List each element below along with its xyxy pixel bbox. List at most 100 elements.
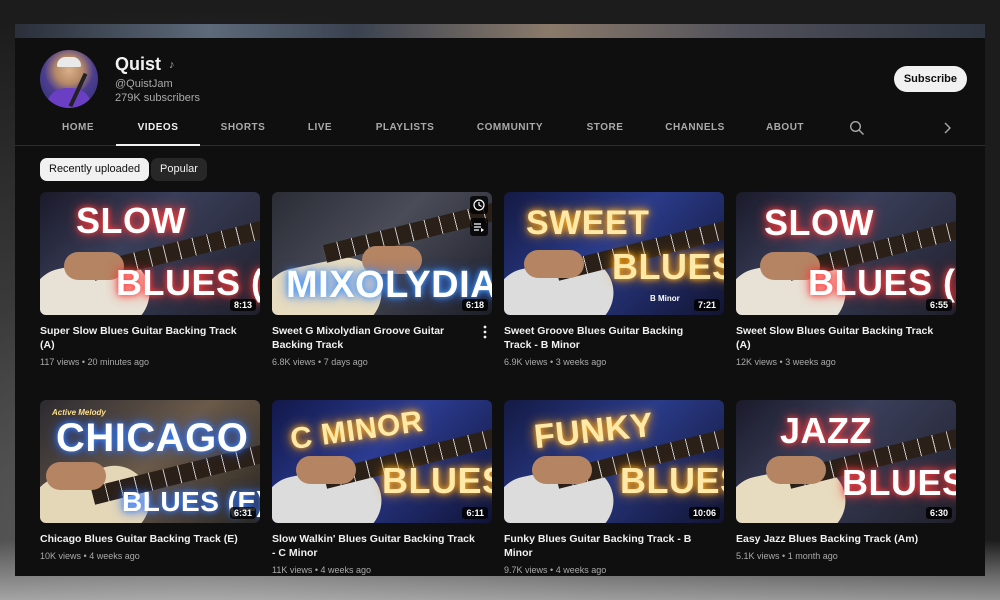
tab-playlists[interactable]: PLAYLISTS	[370, 112, 440, 146]
video-card[interactable]: JAZZ BLUES 6:30 Easy Jazz Blues Backing …	[736, 400, 956, 561]
video-duration: 6:30	[925, 507, 952, 519]
thumb-title-top: C MINOR	[288, 404, 426, 457]
video-title[interactable]: Funky Blues Guitar Backing Track - B Min…	[504, 532, 724, 560]
video-meta: 6.9K views • 3 weeks ago	[504, 357, 607, 367]
clock-icon[interactable]	[470, 196, 488, 214]
channel-avatar[interactable]	[40, 50, 98, 108]
thumb-subtitle: B Minor	[650, 294, 680, 303]
video-age: 4 weeks ago	[89, 551, 140, 561]
video-meta: 9.7K views • 4 weeks ago	[504, 565, 607, 575]
video-age: 3 weeks ago	[785, 357, 836, 367]
video-views: 10K views	[40, 551, 82, 561]
thumb-title-top: SLOW	[764, 202, 874, 243]
tab-live[interactable]: LIVE	[295, 112, 345, 146]
channel-banner	[15, 24, 985, 38]
tab-home[interactable]: HOME	[48, 112, 108, 146]
thumb-hand	[46, 462, 106, 490]
subscribe-button[interactable]: Subscribe	[893, 66, 967, 92]
video-views: 12K views	[736, 357, 778, 367]
video-meta: 10K views • 4 weeks ago	[40, 551, 140, 561]
video-views: 5.1K views	[736, 551, 780, 561]
video-age: 4 weeks ago	[320, 565, 372, 575]
thumb-hand	[296, 456, 356, 484]
video-meta: 12K views • 3 weeks ago	[736, 357, 836, 367]
channel-name: Quist ♪	[115, 54, 175, 75]
video-meta: 5.1K views • 1 month ago	[736, 551, 838, 561]
video-thumbnail[interactable]: MIXOLYDIAN 6:18	[272, 192, 492, 315]
video-duration: 6:11	[462, 507, 488, 519]
video-meta: 117 views • 20 minutes ago	[40, 357, 150, 367]
channel-handle: @QuistJam	[115, 78, 173, 90]
video-views: 11K views	[272, 565, 313, 575]
video-card[interactable]: SLOW BLUES (A) 6:55 Sweet Slow Blues Gui…	[736, 192, 956, 367]
thumb-title-top: CHICAGO	[56, 416, 249, 460]
chevron-right-icon[interactable]	[939, 120, 955, 136]
video-title[interactable]: Chicago Blues Guitar Backing Track (E)	[40, 532, 260, 546]
thumb-title-top: SLOW	[76, 200, 186, 241]
video-age: 4 weeks ago	[555, 565, 607, 575]
subscriber-count: 279K subscribers	[115, 92, 200, 104]
video-views: 9.7K views	[504, 565, 548, 575]
video-title[interactable]: Easy Jazz Blues Backing Track (Am)	[736, 532, 956, 546]
tab-videos[interactable]: VIDEOS	[116, 112, 200, 146]
video-age: 1 month ago	[787, 551, 838, 561]
video-card[interactable]: FUNKY BLUES 10:06 Funky Blues Guitar Bac…	[504, 400, 724, 575]
video-duration: 10:06	[688, 507, 720, 519]
search-icon[interactable]	[849, 120, 865, 136]
video-duration: 6:18	[461, 299, 488, 311]
video-thumbnail[interactable]: Active Melody CHICAGO BLUES (E) 6:31	[40, 400, 260, 523]
video-duration: 8:13	[229, 299, 256, 311]
tab-shorts[interactable]: SHORTS	[213, 112, 273, 146]
channel-header: Quist ♪ @QuistJam 279K subscribers Subsc…	[15, 38, 985, 112]
video-thumbnail[interactable]: SLOW BLUES (A) 8:13	[40, 192, 260, 315]
thumb-title-bottom: BLUES	[620, 460, 724, 501]
thumb-hand	[64, 252, 124, 280]
thumb-hover-actions	[470, 196, 488, 236]
chip-recently-uploaded[interactable]: Recently uploaded	[40, 158, 150, 181]
video-duration: 6:55	[925, 299, 952, 311]
add-to-queue-icon[interactable]	[470, 218, 488, 236]
thumb-hand	[532, 456, 592, 484]
video-card[interactable]: SLOW BLUES (A) 8:13 Super Slow Blues Gui…	[40, 192, 260, 367]
video-title[interactable]: Sweet G Mixolydian Groove Guitar Backing…	[272, 324, 492, 352]
video-title[interactable]: Sweet Groove Blues Guitar Backing Track …	[504, 324, 724, 352]
thumb-title-bottom: BLUES	[612, 246, 724, 287]
video-views: 117 views	[40, 357, 80, 367]
thumb-hand	[524, 250, 584, 278]
thumb-title-bottom: BLUES	[842, 462, 956, 503]
channel-name-text: Quist	[115, 54, 162, 74]
tab-about[interactable]: ABOUT	[760, 112, 810, 146]
tab-channels[interactable]: CHANNELS	[660, 112, 730, 146]
video-meta: 6.8K views • 7 days ago	[272, 357, 368, 367]
video-title[interactable]: Sweet Slow Blues Guitar Backing Track (A…	[736, 324, 956, 352]
video-thumbnail[interactable]: FUNKY BLUES 10:06	[504, 400, 724, 523]
thumb-title-bottom: BLUES (A)	[808, 262, 956, 303]
video-card[interactable]: C MINOR BLUES 6:11 Slow Walkin' Blues Gu…	[272, 400, 492, 575]
video-thumbnail[interactable]: JAZZ BLUES 6:30	[736, 400, 956, 523]
thumb-title-top: SWEET	[526, 204, 650, 242]
music-note-icon: ♪	[169, 58, 175, 71]
video-card[interactable]: SWEET BLUES B Minor 7:21 Sweet Groove Bl…	[504, 192, 724, 367]
video-title[interactable]: Slow Walkin' Blues Guitar Backing Track …	[272, 532, 492, 560]
avatar-cap	[57, 57, 81, 67]
more-vert-icon[interactable]	[480, 324, 490, 340]
video-card[interactable]: Active Melody CHICAGO BLUES (E) 6:31 Chi…	[40, 400, 260, 561]
youtube-channel-page: Quist ♪ @QuistJam 279K subscribers Subsc…	[15, 24, 985, 576]
chip-popular[interactable]: Popular	[151, 158, 207, 181]
channel-tabs: HOME VIDEOS SHORTS LIVE PLAYLISTS COMMUN…	[15, 112, 985, 146]
video-card[interactable]: MIXOLYDIAN 6:18 Sweet G Mixolydian Groov…	[272, 192, 492, 367]
video-meta: 11K views • 4 weeks ago	[272, 565, 372, 575]
tab-store[interactable]: STORE	[580, 112, 630, 146]
video-thumbnail[interactable]: C MINOR BLUES 6:11	[272, 400, 492, 523]
video-title[interactable]: Super Slow Blues Guitar Backing Track (A…	[40, 324, 260, 352]
video-thumbnail[interactable]: SLOW BLUES (A) 6:55	[736, 192, 956, 315]
video-thumbnail[interactable]: SWEET BLUES B Minor 7:21	[504, 192, 724, 315]
tab-community[interactable]: COMMUNITY	[470, 112, 550, 146]
video-age: 7 days ago	[323, 357, 368, 367]
video-duration: 6:31	[229, 507, 256, 519]
thumb-title-top: JAZZ	[780, 410, 872, 451]
video-age: 3 weeks ago	[555, 357, 607, 367]
thumb-hand	[766, 456, 826, 484]
video-duration: 7:21	[693, 299, 720, 311]
video-age: 20 minutes ago	[87, 357, 150, 367]
